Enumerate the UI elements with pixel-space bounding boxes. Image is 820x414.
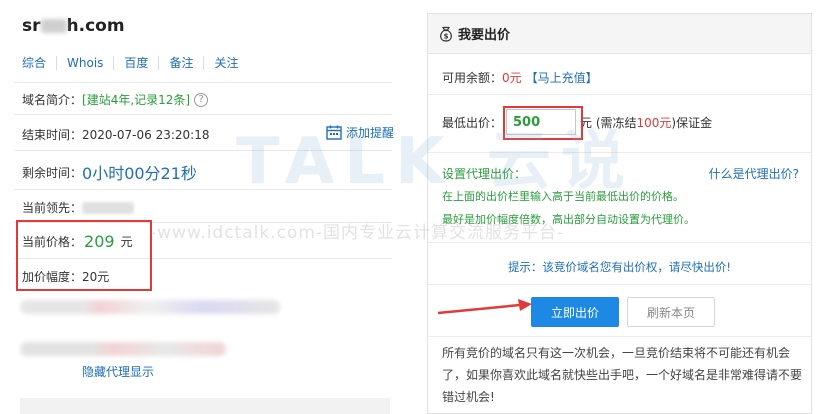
proxy-desc-2: 最好是加价幅度倍数，高出部分自动设置为代理价。 (442, 213, 695, 226)
bid-history-row (20, 342, 226, 356)
tab-overview[interactable]: 综合 (22, 56, 58, 70)
countdown-value: 0小时00分21秒 (82, 164, 197, 183)
domain-blur-mask (40, 19, 67, 33)
bid-panel: $ 我要出价 可用余额： 0元 【马上充值】 最低出价： 元 (需冻结100元)… (427, 13, 812, 414)
balance-value: 0元 (502, 71, 522, 85)
remaining-row: 剩余时间： 0小时00分21秒 (22, 160, 197, 184)
domain-tabs: 综合 Whois 百度 备注 关注 (22, 56, 248, 70)
highlight-box-price (16, 220, 152, 291)
tab-baidu[interactable]: 百度 (114, 56, 160, 70)
add-reminder-button[interactable]: 添加提醒 (326, 124, 394, 141)
hide-proxy-link[interactable]: 隐藏代理显示 (82, 363, 154, 380)
tab-notes[interactable]: 备注 (159, 56, 205, 70)
tab-follow[interactable]: 关注 (204, 56, 248, 70)
bottom-bar (20, 398, 390, 414)
remaining-label: 剩余时间： (22, 165, 83, 180)
end-time-row: 结束时间： 2020-07-06 23:20:18 (22, 126, 209, 143)
end-time-value: 2020-07-06 23:20:18 (82, 127, 210, 142)
money-bag-icon: $ (440, 26, 452, 42)
summary-link[interactable]: [建站4年,记录12条] (82, 91, 190, 108)
leader-label: 当前领先： (22, 201, 83, 215)
balance-label: 可用余额： (442, 71, 503, 85)
divider (428, 336, 811, 337)
divider (428, 152, 811, 153)
proxy-bid-title: 设置代理出价： (442, 167, 527, 181)
summary-row: 域名简介： [建站4年,记录12条] ? (22, 91, 209, 108)
leader-row: 当前领先： (22, 199, 135, 216)
calendar-icon (326, 125, 342, 140)
auction-notice: 所有竞价的域名只有这一次机会，一旦竞价结束将不可能还有机会了，如果你喜欢此域名就… (442, 346, 803, 404)
add-reminder-label: 添加提醒 (346, 126, 395, 140)
what-is-proxy-link[interactable]: 什么是代理出价? (709, 165, 799, 182)
bid-tip: 提示：该竞价域名您有出价权，请尽快出价! (507, 260, 732, 274)
leader-blur-mask (82, 201, 135, 214)
bid-history-row (20, 300, 280, 314)
summary-label: 域名简介： (22, 93, 83, 107)
divider (428, 242, 811, 243)
proxy-desc-1: 在上面的出价栏里输入高于当前最低出价的价格。 (442, 190, 684, 203)
domain-suffix: h.com (66, 16, 125, 36)
recharge-link[interactable]: 【马上充值】 (526, 69, 598, 86)
deposit-prefix: 元 (需冻结 (580, 115, 637, 130)
balance-row: 可用余额： 0元 【马上充值】 (442, 69, 598, 86)
red-arrow-annotation (437, 299, 532, 315)
domain-info-panel: sr h.com 综合 Whois 百度 备注 关注 域名简介： [建站4年,记录… (0, 0, 398, 414)
divider (14, 189, 392, 190)
tab-whois[interactable]: Whois (57, 56, 115, 70)
divider (14, 114, 392, 115)
domain-prefix: sr (22, 16, 41, 36)
svg-text:$: $ (444, 32, 449, 40)
deposit-amount: 100元 (636, 115, 672, 130)
divider (428, 284, 811, 285)
deposit-suffix: )保证金 (671, 115, 713, 130)
help-icon[interactable]: ? (194, 92, 209, 107)
highlight-box-bid (503, 106, 583, 140)
end-time-label: 结束时间： (22, 128, 83, 142)
divider (14, 150, 392, 151)
bid-panel-header: $ 我要出价 (428, 14, 811, 54)
divider (428, 94, 811, 95)
domain-title: sr h.com (22, 16, 125, 36)
divider (14, 82, 392, 83)
bid-panel-title: 我要出价 (458, 28, 511, 43)
refresh-page-button[interactable]: 刷新本页 (627, 297, 715, 327)
min-bid-label: 最低出价： (442, 115, 503, 130)
bid-now-button[interactable]: 立即出价 (531, 297, 619, 327)
